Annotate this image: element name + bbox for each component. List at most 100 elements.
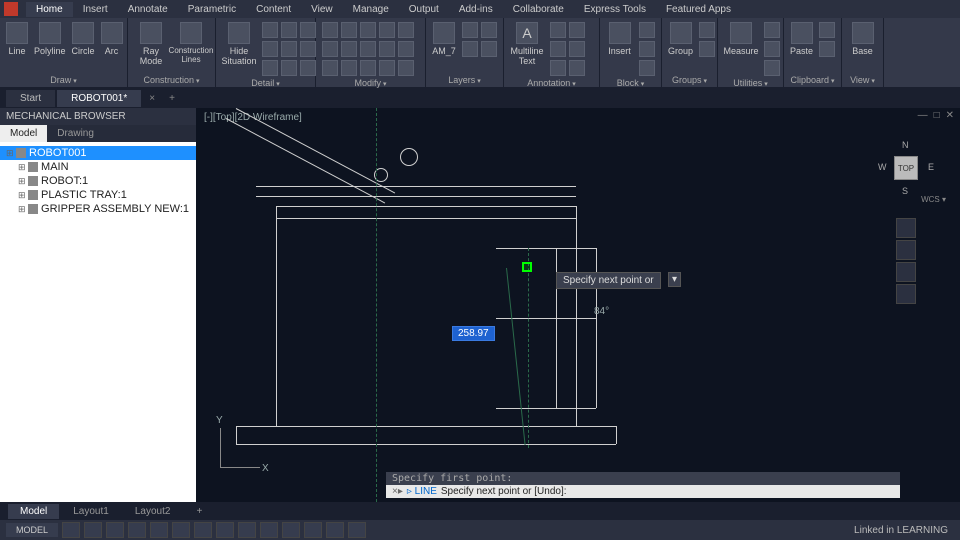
modify-tool-icon[interactable] xyxy=(360,60,376,76)
modify-tool-icon[interactable] xyxy=(360,41,376,57)
viewcube-wcs[interactable]: WCS ▾ xyxy=(921,195,946,204)
browser-tab-model[interactable]: Model xyxy=(0,125,47,142)
annotation-tool-icon[interactable] xyxy=(550,22,566,38)
tab-close-icon[interactable]: × xyxy=(143,93,161,104)
tool-group[interactable]: Group xyxy=(668,22,693,56)
tree-item-plastic-tray[interactable]: PLASTIC TRAY:1 xyxy=(0,188,196,202)
tool-measure[interactable]: Measure xyxy=(724,22,758,56)
block-tool-icon[interactable] xyxy=(639,22,655,38)
tool-paste[interactable]: Paste xyxy=(790,22,813,56)
modify-tool-icon[interactable] xyxy=(398,60,414,76)
detail-tool-icon[interactable] xyxy=(300,60,316,76)
status-toggle-icon[interactable] xyxy=(260,522,278,538)
tool-insert[interactable]: Insert xyxy=(606,22,633,56)
modify-tool-icon[interactable] xyxy=(379,41,395,57)
menu-manage[interactable]: Manage xyxy=(343,2,399,17)
menu-annotate[interactable]: Annotate xyxy=(118,2,178,17)
viewcube-west[interactable]: W xyxy=(878,162,887,172)
detail-tool-icon[interactable] xyxy=(262,60,278,76)
modify-tool-icon[interactable] xyxy=(379,60,395,76)
dynamic-dimension-input[interactable]: 258.97 xyxy=(452,326,495,341)
detail-tool-icon[interactable] xyxy=(281,22,297,38)
util-tool-icon[interactable] xyxy=(764,60,780,76)
layer-tool-icon[interactable] xyxy=(462,22,478,38)
menu-parametric[interactable]: Parametric xyxy=(178,2,246,17)
annotation-tool-icon[interactable] xyxy=(550,60,566,76)
modify-tool-icon[interactable] xyxy=(322,22,338,38)
modify-tool-icon[interactable] xyxy=(398,22,414,38)
group-tool-icon[interactable] xyxy=(699,41,715,57)
group-tool-icon[interactable] xyxy=(699,22,715,38)
panel-title-groups[interactable]: Groups xyxy=(668,73,711,85)
viewport-close-icon[interactable]: ✕ xyxy=(946,110,954,121)
panel-title-detail[interactable]: Detail xyxy=(222,76,309,88)
layout-add-icon[interactable]: + xyxy=(184,504,214,519)
block-tool-icon[interactable] xyxy=(639,41,655,57)
annotation-tool-icon[interactable] xyxy=(569,41,585,57)
util-tool-icon[interactable] xyxy=(764,41,780,57)
browser-tree[interactable]: ROBOT001 MAIN ROBOT:1 PLASTIC TRAY:1 GRI… xyxy=(0,142,196,502)
nav-wheel-icon[interactable] xyxy=(896,218,916,238)
panel-title-view[interactable]: View xyxy=(848,73,877,85)
annotation-tool-icon[interactable] xyxy=(569,22,585,38)
viewcube-east[interactable]: E xyxy=(928,162,934,172)
tab-start[interactable]: Start xyxy=(6,90,55,107)
detail-tool-icon[interactable] xyxy=(300,41,316,57)
menu-home[interactable]: Home xyxy=(26,2,73,17)
layer-tool-icon[interactable] xyxy=(462,41,478,57)
layout-model[interactable]: Model xyxy=(8,504,59,519)
tree-root[interactable]: ROBOT001 xyxy=(0,146,196,160)
panel-title-draw[interactable]: Draw xyxy=(6,73,121,85)
tool-construction-lines[interactable]: Construction Lines xyxy=(174,22,208,64)
layer-tool-icon[interactable] xyxy=(481,41,497,57)
modify-tool-icon[interactable] xyxy=(322,60,338,76)
detail-tool-icon[interactable] xyxy=(262,22,278,38)
panel-title-modify[interactable]: Modify xyxy=(322,76,419,88)
status-toggle-icon[interactable] xyxy=(238,522,256,538)
drawing-canvas[interactable]: [-][Top][2D Wireframe] — □ ✕ N S E W TOP… xyxy=(196,108,960,502)
modify-tool-icon[interactable] xyxy=(322,41,338,57)
tool-line[interactable]: Line xyxy=(6,22,28,56)
tool-arc[interactable]: Arc xyxy=(101,22,123,56)
clip-tool-icon[interactable] xyxy=(819,41,835,57)
layout-layout2[interactable]: Layout2 xyxy=(123,504,183,519)
detail-tool-icon[interactable] xyxy=(300,22,316,38)
modify-tool-icon[interactable] xyxy=(379,22,395,38)
status-toggle-icon[interactable] xyxy=(62,522,80,538)
tool-polyline[interactable]: Polyline xyxy=(34,22,66,56)
tree-item-robot1[interactable]: ROBOT:1 xyxy=(0,174,196,188)
status-toggle-icon[interactable] xyxy=(304,522,322,538)
block-tool-icon[interactable] xyxy=(639,60,655,76)
layout-layout1[interactable]: Layout1 xyxy=(61,504,121,519)
panel-title-clipboard[interactable]: Clipboard xyxy=(790,73,835,85)
tab-new-icon[interactable]: + xyxy=(163,93,181,104)
menu-view[interactable]: View xyxy=(301,2,343,17)
status-toggle-icon[interactable] xyxy=(326,522,344,538)
menu-output[interactable]: Output xyxy=(399,2,449,17)
viewcube-face-top[interactable]: TOP xyxy=(894,156,918,180)
viewcube-south[interactable]: S xyxy=(902,186,908,196)
tool-base[interactable]: Base xyxy=(848,22,877,56)
status-toggle-icon[interactable] xyxy=(128,522,146,538)
app-icon[interactable] xyxy=(4,2,18,16)
menu-addins[interactable]: Add-ins xyxy=(449,2,503,17)
viewcube[interactable]: N S E W TOP WCS ▾ xyxy=(876,138,936,198)
menu-content[interactable]: Content xyxy=(246,2,301,17)
panel-title-block[interactable]: Block xyxy=(606,76,655,88)
viewport-maximize-icon[interactable]: □ xyxy=(934,110,940,121)
tool-multiline-text[interactable]: AMultiline Text xyxy=(510,22,544,66)
nav-zoom-icon[interactable] xyxy=(896,262,916,282)
modify-tool-icon[interactable] xyxy=(341,60,357,76)
status-toggle-icon[interactable] xyxy=(216,522,234,538)
detail-tool-icon[interactable] xyxy=(281,60,297,76)
status-toggle-icon[interactable] xyxy=(282,522,300,538)
nav-pan-icon[interactable] xyxy=(896,240,916,260)
status-toggle-icon[interactable] xyxy=(150,522,168,538)
status-toggle-icon[interactable] xyxy=(106,522,124,538)
menu-insert[interactable]: Insert xyxy=(73,2,118,17)
tool-hide-situation[interactable]: Hide Situation xyxy=(222,22,256,66)
tool-layer-combo[interactable]: AM_7 xyxy=(432,22,456,56)
util-tool-icon[interactable] xyxy=(764,22,780,38)
tree-item-main[interactable]: MAIN xyxy=(0,160,196,174)
modify-tool-icon[interactable] xyxy=(398,41,414,57)
